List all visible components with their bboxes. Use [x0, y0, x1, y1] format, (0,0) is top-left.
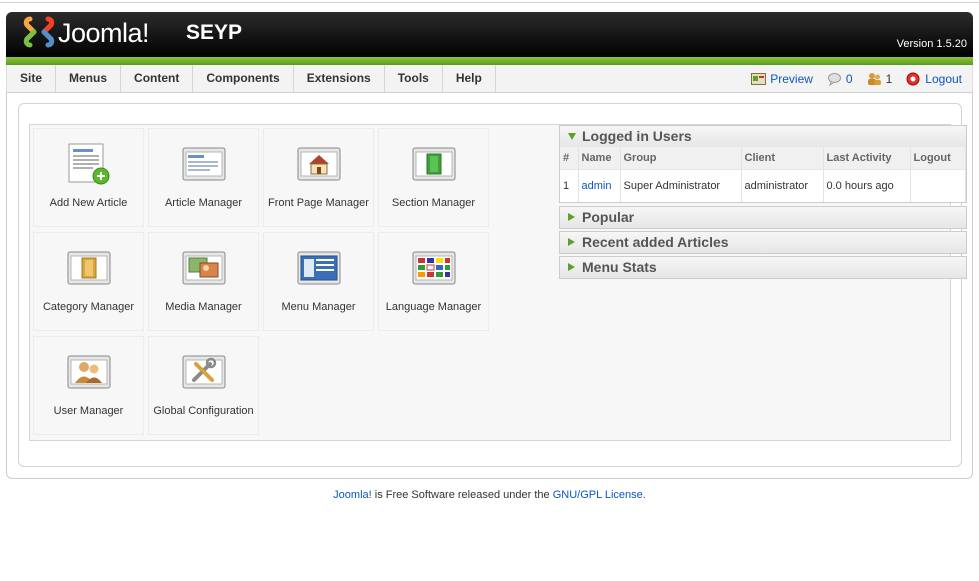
collapsed-arrow-icon — [568, 263, 575, 271]
logout-label[interactable]: Logout — [925, 72, 962, 86]
version-label: Version 1.5.20 — [896, 38, 967, 50]
col-logout: Logout — [910, 147, 966, 169]
cell-logout — [910, 168, 966, 202]
panel-popular: Popular — [559, 206, 967, 229]
footer-text: is Free Software released under the — [371, 489, 553, 501]
col-group: Group — [620, 147, 742, 169]
quickicon-article-manager[interactable]: Article Manager — [148, 128, 259, 227]
status-bar: Preview 0 1 Logout — [737, 65, 962, 92]
control-panel: Add New Article Article Manager Front Pa… — [18, 103, 967, 467]
panel-title: Recent added Articles — [582, 234, 729, 250]
quickicon-front-page-manager[interactable]: Front Page Manager — [263, 128, 374, 227]
top-border — [0, 0, 979, 3]
site-title: SEYP — [186, 21, 243, 44]
main-menu-bar: Site Menus Content Components Extensions… — [6, 65, 973, 93]
expanded-arrow-icon — [568, 133, 576, 140]
cell-number: 1 — [560, 168, 579, 202]
users-online-count: 1 — [885, 71, 893, 86]
quickicon-label: Language Manager — [385, 301, 482, 313]
quickicon-section-manager[interactable]: Section Manager — [378, 128, 489, 227]
col-client: Client — [741, 147, 824, 169]
logout-link[interactable]: Logout — [906, 72, 962, 86]
quickicon-global-configuration[interactable]: Global Configuration — [148, 336, 259, 435]
quickicon-label: Article Manager — [164, 197, 243, 209]
panel-header-menu-stats[interactable]: Menu Stats — [560, 257, 966, 278]
joomla-link[interactable]: Joomla! — [333, 489, 372, 501]
config-icon — [182, 355, 226, 389]
quickicon-language-manager[interactable]: Language Manager — [378, 232, 489, 331]
logout-icon — [906, 72, 920, 85]
preview-link[interactable]: Preview — [751, 72, 813, 86]
panel-header-popular[interactable]: Popular — [560, 207, 966, 228]
media-icon — [182, 251, 226, 285]
collapsed-arrow-icon — [568, 238, 575, 246]
quickicon-label: Add New Article — [49, 197, 128, 209]
panel-header-logged-in-users[interactable]: Logged in Users — [560, 126, 966, 147]
user-name-link[interactable]: admin — [582, 180, 612, 192]
quickicon-menu-manager[interactable]: Menu Manager — [263, 232, 374, 331]
panel-header-recent[interactable]: Recent added Articles — [560, 232, 966, 253]
header: Joomla! SEYP Version 1.5.20 — [6, 12, 973, 58]
col-name: Name — [578, 147, 621, 169]
preview-label[interactable]: Preview — [770, 72, 813, 86]
quickicon-label: Front Page Manager — [268, 197, 369, 209]
quickicon-media-manager[interactable]: Media Manager — [148, 232, 259, 331]
language-icon — [412, 251, 456, 285]
col-last-activity: Last Activity — [823, 147, 911, 169]
messages-count[interactable]: 0 — [846, 72, 853, 86]
footer: Joomla! is Free Software released under … — [0, 489, 979, 501]
joomla-logo-icon — [23, 16, 55, 48]
header-green-stripe — [6, 57, 973, 65]
menu-extensions[interactable]: Extensions — [294, 65, 385, 92]
quickicon-label: Category Manager — [42, 301, 135, 313]
quickicon-label: Section Manager — [391, 197, 476, 209]
quickicon-user-manager[interactable]: User Manager — [33, 336, 144, 435]
panel-menu-stats: Menu Stats — [559, 256, 967, 279]
panel-title: Menu Stats — [582, 259, 657, 275]
article-manager-icon — [182, 147, 226, 181]
frontpage-icon — [297, 147, 341, 181]
cell-name: admin — [578, 168, 621, 202]
messages-icon — [827, 72, 841, 86]
messages-status[interactable]: 0 — [827, 72, 853, 86]
menu-manager-icon — [297, 251, 341, 285]
quickicon-label: Menu Manager — [281, 301, 356, 313]
table-row: 1 admin Super Administrator administrato… — [560, 168, 966, 202]
panel-logged-in-users: Logged in Users # Name Group Client Last… — [559, 125, 967, 203]
cpanel-area: Add New Article Article Manager Front Pa… — [29, 124, 967, 441]
panel-title: Logged in Users — [582, 128, 692, 144]
quickicon-category-manager[interactable]: Category Manager — [33, 232, 144, 331]
quickicon-label: User Manager — [53, 405, 124, 417]
menu-help[interactable]: Help — [443, 65, 496, 92]
collapsed-arrow-icon — [568, 213, 575, 221]
footer-end: . — [642, 489, 646, 501]
logged-in-users-table: # Name Group Client Last Activity Logout… — [560, 147, 966, 202]
section-icon — [412, 147, 456, 181]
quickicon-label: Global Configuration — [153, 405, 254, 417]
users-status[interactable]: 1 — [867, 71, 893, 86]
preview-icon — [751, 72, 767, 85]
col-number: # — [560, 147, 579, 169]
license-link[interactable]: GNU/GPL License — [553, 489, 643, 501]
menu-components[interactable]: Components — [193, 65, 294, 92]
category-icon — [67, 251, 111, 285]
table-header-row: # Name Group Client Last Activity Logout — [560, 147, 966, 169]
user-manager-icon — [67, 355, 111, 389]
quickicon-label: Media Manager — [165, 301, 242, 313]
add-article-icon — [68, 143, 110, 185]
menu-menus[interactable]: Menus — [56, 65, 122, 92]
quickicon-add-new-article[interactable]: Add New Article — [33, 128, 144, 227]
cell-group: Super Administrator — [620, 168, 742, 202]
main-content: Add New Article Article Manager Front Pa… — [6, 93, 973, 479]
logo-text: Joomla! — [58, 18, 150, 48]
menu-site[interactable]: Site — [7, 65, 57, 92]
cell-client: administrator — [741, 168, 824, 202]
cell-last-activity: 0.0 hours ago — [823, 168, 911, 202]
users-online-icon — [867, 72, 881, 85]
menu-content[interactable]: Content — [121, 65, 194, 92]
menu-tools[interactable]: Tools — [385, 65, 443, 92]
panel-title: Popular — [582, 209, 635, 225]
panel-recent-added-articles: Recent added Articles — [559, 231, 967, 254]
